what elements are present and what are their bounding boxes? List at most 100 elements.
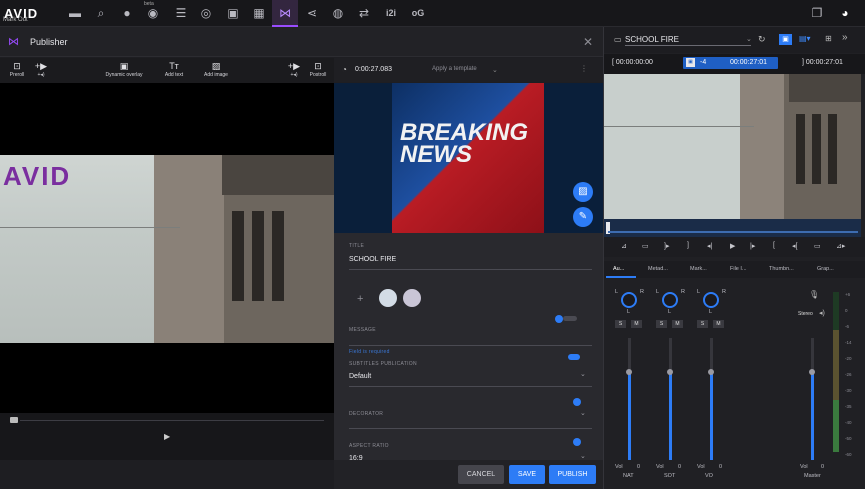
- mute-button[interactable]: M: [713, 320, 724, 328]
- layout-icon[interactable]: ☰: [172, 5, 190, 21]
- user-circle-icon[interactable]: ◕: [836, 5, 854, 21]
- tab-file-info[interactable]: File I...: [730, 266, 747, 272]
- refresh-icon[interactable]: ↻: [758, 34, 766, 45]
- chat-icon[interactable]: ◎: [197, 5, 215, 21]
- title-label: TITLE: [349, 243, 365, 249]
- step-forward-icon[interactable]: |▸: [750, 242, 755, 250]
- master-label: Master: [804, 473, 821, 479]
- account-avatar-2[interactable]: [403, 289, 421, 307]
- speaker-icon[interactable]: ◂): [819, 309, 825, 317]
- meter-scale-tick: -26: [845, 372, 852, 377]
- tab-thumbnails[interactable]: Thumbn...: [769, 266, 794, 272]
- tools-icon[interactable]: ⊿▸: [836, 242, 845, 250]
- master-fader-fill: [811, 372, 814, 460]
- master-meter-left-mid: [833, 330, 839, 400]
- mark-in-icon[interactable]: ]▸: [664, 242, 669, 250]
- channel-knob-l-label: L: [697, 289, 701, 295]
- postroll-label: Postroll: [309, 72, 327, 78]
- avid-overlay-logo[interactable]: AVID: [3, 161, 71, 192]
- aspect-chevron-icon[interactable]: ⌄: [580, 452, 586, 460]
- cancel-button[interactable]: CANCEL: [458, 465, 504, 484]
- subtitles-chevron-icon[interactable]: ⌄: [580, 370, 586, 378]
- bracket-icon[interactable]: ]: [687, 242, 689, 249]
- close-button[interactable]: ✕: [583, 35, 593, 49]
- subtitles-toggle[interactable]: [568, 354, 580, 360]
- source-monitor[interactable]: [604, 74, 861, 219]
- video-preview[interactable]: AVID: [0, 83, 334, 413]
- search-icon[interactable]: ⌕: [92, 5, 110, 21]
- folder-icon[interactable]: ▬: [66, 5, 84, 21]
- pan-knob[interactable]: [703, 292, 719, 308]
- tab-markers[interactable]: Mark...: [690, 266, 707, 272]
- publish-button[interactable]: PUBLISH: [549, 465, 596, 484]
- go-to-in-icon[interactable]: ◂[: [792, 242, 797, 250]
- message-toggle[interactable]: [563, 316, 577, 321]
- timeline-ruler[interactable]: [604, 219, 861, 237]
- monitor-toggle-icon[interactable]: ▣: [779, 34, 792, 45]
- edit-thumbnail-button[interactable]: ✎: [573, 207, 593, 227]
- mute-button[interactable]: M: [631, 320, 642, 328]
- meter-scale-tick: -6: [845, 324, 850, 329]
- add-text-button[interactable]: Tт Add text: [160, 61, 188, 78]
- mark-icon[interactable]: ⊿: [621, 242, 627, 250]
- meter-scale-tick: -60: [845, 452, 852, 457]
- decorator-chevron-icon[interactable]: ⌄: [580, 409, 586, 417]
- view-menu-icon[interactable]: ▤▾: [799, 34, 811, 43]
- subtitles-underline: [349, 386, 592, 387]
- master-meter-left-level: [833, 400, 839, 452]
- monitor-icon[interactable]: ▣: [224, 5, 242, 21]
- clip-chevron-icon[interactable]: ⌄: [746, 35, 752, 43]
- title-input[interactable]: SCHOOL FIRE: [349, 256, 396, 263]
- scrub-handle[interactable]: [10, 417, 18, 423]
- og-button[interactable]: oG: [407, 5, 429, 21]
- badge-icon[interactable]: ◉: [144, 5, 162, 21]
- preroll-button[interactable]: ⊡ Preroll: [5, 61, 29, 78]
- pan-knob[interactable]: [621, 292, 637, 308]
- template-select[interactable]: Apply a template: [432, 66, 477, 72]
- copy-icon[interactable]: ❐: [808, 5, 826, 21]
- user-icon[interactable]: ●: [118, 5, 136, 21]
- publish-icon[interactable]: ⋈: [272, 0, 298, 27]
- solo-button[interactable]: S: [697, 320, 708, 328]
- switch-icon[interactable]: ⇄: [355, 5, 373, 21]
- track-select[interactable]: -4: [700, 59, 706, 66]
- expand-icon[interactable]: »: [842, 32, 848, 43]
- stereo-mode[interactable]: Stereo: [798, 311, 813, 317]
- layout-toggle-icon[interactable]: ⊞: [825, 34, 832, 43]
- change-image-button[interactable]: ▨: [573, 182, 593, 202]
- mute-button[interactable]: M: [672, 320, 683, 328]
- play-icon[interactable]: ▶: [164, 432, 170, 441]
- film-icon[interactable]: ▦: [250, 5, 268, 21]
- subtitles-select[interactable]: Default: [349, 373, 371, 380]
- add-audio-left-icon[interactable]: +▶ +◂): [32, 61, 50, 78]
- fullscreen-icon[interactable]: ▭: [642, 242, 649, 250]
- dynamic-overlay-button[interactable]: ▣ Dynamic overlay: [101, 61, 147, 78]
- clip-view-icon[interactable]: ▭: [814, 242, 821, 250]
- i2i-button[interactable]: i2i: [380, 5, 402, 21]
- message-underline[interactable]: [349, 345, 592, 346]
- mark-out-icon[interactable]: [: [773, 242, 775, 249]
- add-image-button[interactable]: ▨ Add image: [200, 61, 232, 78]
- play-forward-icon[interactable]: ▶: [730, 242, 735, 250]
- add-account-icon[interactable]: +: [357, 293, 363, 305]
- clip-name[interactable]: SCHOOL FIRE: [625, 35, 679, 44]
- text-icon: Tт: [169, 61, 179, 71]
- chevron-down-icon[interactable]: ⌄: [492, 66, 498, 74]
- step-back-icon[interactable]: ◂|: [707, 242, 712, 250]
- more-icon[interactable]: ⋮: [580, 64, 588, 73]
- pan-knob[interactable]: [662, 292, 678, 308]
- channel-vol-value: 0: [678, 464, 682, 470]
- scrub-track[interactable]: [20, 420, 324, 421]
- tab-audio[interactable]: Au...: [613, 266, 624, 272]
- save-button[interactable]: SAVE: [509, 465, 545, 484]
- share-icon[interactable]: ⋖: [303, 5, 321, 21]
- solo-button[interactable]: S: [615, 320, 626, 328]
- solo-button[interactable]: S: [656, 320, 667, 328]
- add-audio-right-icon[interactable]: +▶ +◂): [285, 61, 303, 78]
- postroll-button[interactable]: ⊡ Postroll: [306, 61, 330, 78]
- tab-graphics[interactable]: Grap...: [817, 266, 834, 272]
- track-icon: ▣: [686, 58, 695, 67]
- broadcast-icon[interactable]: ◍: [329, 5, 347, 21]
- tab-metadata[interactable]: Metad...: [648, 266, 668, 272]
- account-avatar-1[interactable]: [379, 289, 397, 307]
